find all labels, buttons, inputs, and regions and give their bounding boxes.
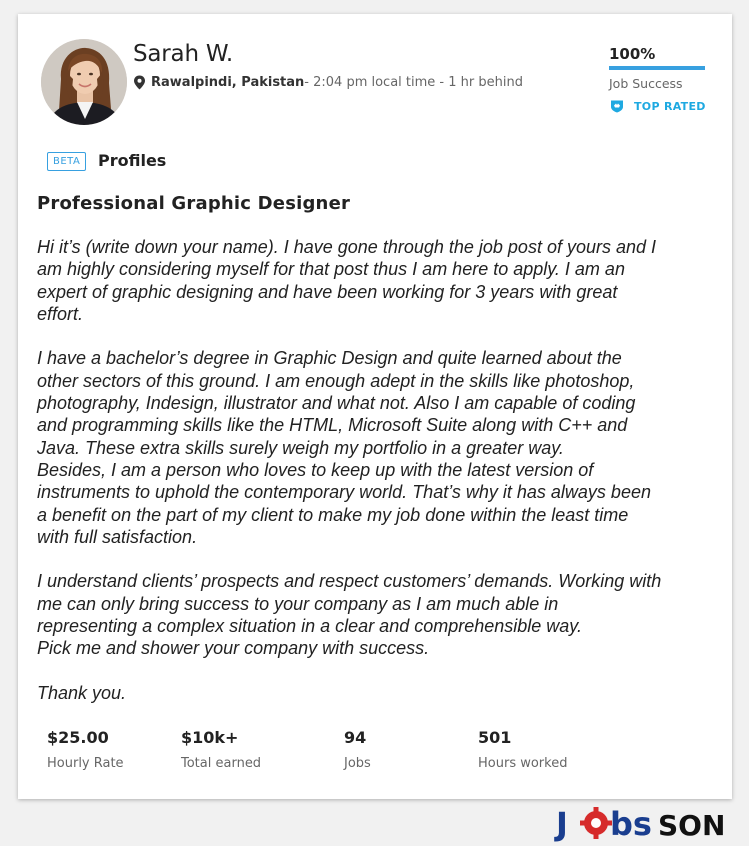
stat-label: Hours worked [478, 756, 568, 771]
location-row: Rawalpindi, Pakistan - 2:04 pm local tim… [133, 75, 523, 90]
job-success-label: Job Success [609, 76, 683, 91]
stat-value: $25.00 [47, 728, 109, 747]
watermark-bs: bs [610, 805, 652, 843]
proposal-title: Professional Graphic Designer [37, 193, 351, 214]
stat-label: Hourly Rate [47, 756, 124, 771]
stats-row: $25.00 Hourly Rate $10k+ Total earned 94… [47, 728, 707, 778]
location-city: Rawalpindi, Pakistan [151, 75, 305, 90]
jobsson-watermark-logo: J bs SON [554, 805, 725, 843]
stat-value: 501 [478, 728, 512, 747]
freelancer-name[interactable]: Sarah W. [133, 41, 233, 67]
stat-label: Total earned [181, 756, 262, 771]
proposal-paragraph: I understand clients’ prospects and resp… [37, 571, 662, 659]
map-pin-icon [134, 75, 145, 90]
proposal-paragraph: Thank you. [37, 682, 127, 703]
top-rated-label: TOP RATED [634, 99, 706, 113]
gear-icon [580, 807, 612, 839]
proposal-paragraph: Hi it’s (write down your name). I have g… [37, 237, 657, 324]
top-rated-badge[interactable]: TOP RATED [610, 99, 706, 113]
job-success-bar [609, 66, 705, 70]
stat-value: $10k+ [181, 728, 239, 747]
proposal-body: Hi it’s (write down your name). I have g… [37, 236, 727, 704]
stat-total-earned: $10k+ Total earned [181, 728, 261, 771]
stat-hourly-rate: $25.00 Hourly Rate [47, 728, 124, 771]
profiles-heading[interactable]: Profiles [98, 151, 166, 170]
job-success-bar-fill [609, 66, 705, 70]
proposal-paragraph: I have a bachelor’s degree in Graphic De… [37, 348, 651, 547]
avatar-image [41, 39, 127, 125]
stat-jobs: 94 Jobs [344, 728, 371, 771]
local-time: - 2:04 pm local time - 1 hr behind [304, 75, 523, 90]
watermark-son: SON [658, 809, 725, 842]
stat-value: 94 [344, 728, 367, 747]
beta-badge: BETA [47, 152, 87, 171]
stat-hours-worked: 501 Hours worked [478, 728, 567, 771]
stat-label: Jobs [344, 756, 371, 771]
profile-card: Sarah W. Rawalpindi, Pakistan - 2:04 pm … [18, 14, 732, 799]
job-success-value: 100% [609, 45, 656, 63]
avatar[interactable] [41, 39, 127, 125]
watermark-j: J [554, 805, 568, 843]
shield-badge-icon [611, 100, 623, 113]
